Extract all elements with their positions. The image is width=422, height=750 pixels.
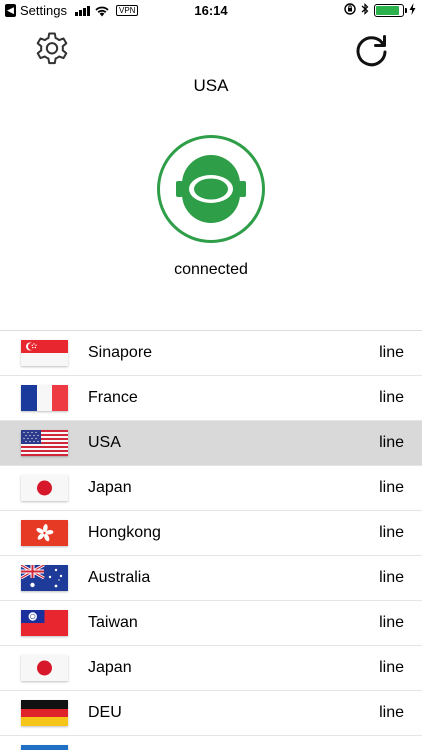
server-list: Sinapore line France line USA line Japan…	[0, 330, 422, 750]
server-row-hongkong[interactable]: Hongkong line	[0, 511, 422, 556]
server-name: USA	[88, 434, 121, 451]
partial-flag-icon	[21, 745, 68, 750]
bluetooth-icon	[361, 3, 369, 18]
server-status: line	[379, 569, 404, 586]
server-name: Hongkong	[88, 524, 161, 541]
server-name: Australia	[88, 569, 151, 586]
japan-flag-icon	[21, 655, 68, 681]
server-name: Japan	[88, 659, 132, 676]
server-status: line	[379, 434, 404, 451]
server-status: line	[379, 479, 404, 496]
server-name: France	[88, 389, 138, 406]
japan-flag-icon	[21, 475, 68, 501]
server-row-usa[interactable]: USA line	[0, 421, 422, 466]
hongkong-flag-icon	[21, 520, 68, 546]
server-status: line	[379, 704, 404, 721]
settings-button[interactable]	[33, 30, 71, 68]
charging-icon	[409, 3, 416, 18]
server-row-singapore[interactable]: Sinapore line	[0, 331, 422, 376]
server-name: Japan	[88, 479, 132, 496]
refresh-icon	[353, 35, 391, 73]
usa-flag-icon	[21, 430, 68, 456]
germany-flag-icon	[21, 700, 68, 726]
server-row-france[interactable]: France line	[0, 376, 422, 421]
server-status: line	[379, 614, 404, 631]
singapore-flag-icon	[21, 340, 68, 366]
server-name: Taiwan	[88, 614, 138, 631]
server-row-germany[interactable]: DEU line	[0, 691, 422, 736]
server-row-japan-2[interactable]: Japan line	[0, 646, 422, 691]
taiwan-flag-icon	[21, 610, 68, 636]
server-name: Sinapore	[88, 344, 153, 361]
battery-icon	[374, 4, 407, 17]
france-flag-icon	[21, 385, 68, 411]
server-name: DEU	[88, 704, 122, 721]
australia-flag-icon	[21, 565, 68, 591]
connect-button[interactable]	[157, 135, 265, 243]
server-row-taiwan[interactable]: Taiwan line	[0, 601, 422, 646]
rotation-lock-icon	[344, 3, 356, 18]
gear-icon	[33, 32, 71, 72]
server-status: line	[379, 524, 404, 541]
status-bar: ◀ Settings VPN 16:14	[0, 0, 422, 22]
server-row-japan[interactable]: Japan line	[0, 466, 422, 511]
battery-level	[376, 6, 400, 15]
server-status: line	[379, 389, 404, 406]
server-row-partial[interactable]	[0, 736, 422, 750]
current-location: USA	[193, 76, 229, 95]
connection-status: connected	[174, 261, 248, 278]
refresh-button[interactable]	[353, 31, 391, 69]
server-status: line	[379, 659, 404, 676]
status-right	[344, 3, 416, 18]
server-row-australia[interactable]: Australia line	[0, 556, 422, 601]
server-status: line	[379, 344, 404, 361]
